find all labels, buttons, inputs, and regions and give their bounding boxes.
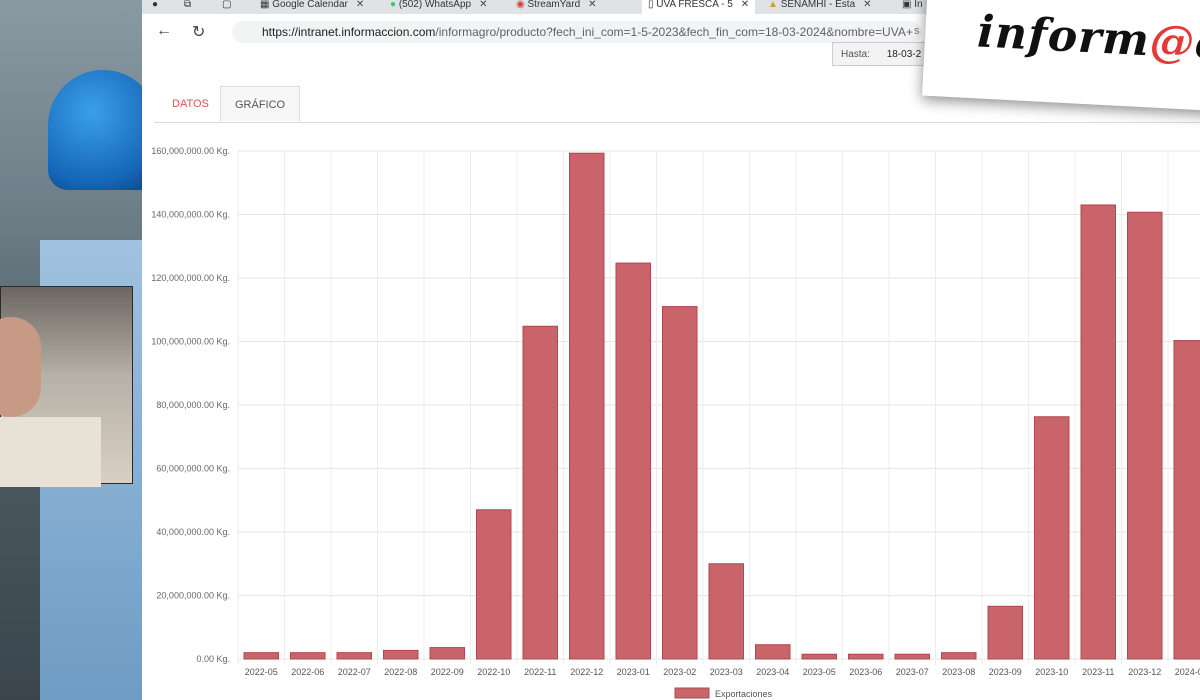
x-tick-label: 2023-12 — [1128, 667, 1161, 677]
whatsapp-icon: ● — [390, 0, 399, 10]
close-icon[interactable]: ✕ — [588, 0, 596, 10]
bar-2023-03 — [708, 563, 744, 660]
x-tick-label: 2024-01 — [1175, 667, 1200, 677]
legend-swatch — [674, 687, 710, 699]
profile-icon[interactable]: ● — [152, 0, 158, 14]
tab-icon[interactable]: ▢ — [222, 0, 231, 14]
y-tick-label: 140,000,000.00 Kg. — [151, 210, 230, 220]
x-tick-label: 2022-09 — [431, 667, 464, 677]
inset-shirt-image — [0, 417, 101, 487]
bar-2022-08 — [383, 649, 419, 660]
y-tick-label: 80,000,000.00 Kg. — [156, 400, 230, 410]
bar-2022-07 — [336, 652, 372, 660]
bar-2023-09 — [987, 605, 1023, 660]
informaccion-logo-card: inform@cc — [922, 0, 1200, 113]
tab-streamyard[interactable]: ◉ StreamYard ✕ — [516, 0, 597, 14]
y-tick-label: 60,000,000.00 Kg. — [156, 464, 230, 474]
helmet-image — [48, 70, 142, 190]
page-content: Hasta: 18-03-2 DATOS GRÁFICO 0.00 Kg. 20,… — [142, 42, 1200, 700]
bar-2024-01 — [1173, 340, 1200, 660]
back-arrow-icon[interactable]: ← — [156, 22, 172, 40]
bar-2022-11 — [522, 325, 558, 660]
close-icon[interactable]: ✕ — [356, 0, 364, 10]
close-icon[interactable]: ✕ — [741, 0, 749, 10]
bar-2022-10 — [476, 509, 512, 660]
x-tick-label: 2023-08 — [942, 667, 975, 677]
inset-face-image — [0, 317, 41, 417]
x-tick-label: 2022-10 — [477, 667, 510, 677]
y-tick-label: 120,000,000.00 Kg. — [151, 273, 230, 283]
senamhi-icon: ▲ — [768, 0, 781, 10]
bar-2023-02 — [662, 306, 698, 660]
y-tick-label: 100,000,000.00 Kg. — [151, 337, 230, 347]
x-tick-label: 2023-07 — [896, 667, 929, 677]
x-tick-label: 2022-12 — [570, 667, 603, 677]
x-tick-label: 2022-11 — [524, 667, 556, 677]
page-icon: ▣ — [902, 0, 915, 10]
bar-2023-07 — [894, 653, 930, 660]
x-tick-label: 2022-05 — [245, 667, 278, 677]
y-tick-label: 40,000,000.00 Kg. — [156, 527, 230, 537]
bar-2023-12 — [1127, 211, 1163, 660]
y-tick-label: 0.00 Kg. — [196, 654, 230, 664]
x-tick-label: 2022-07 — [338, 667, 371, 677]
bar-2022-09 — [429, 647, 465, 660]
x-tick-label: 2023-04 — [756, 667, 789, 677]
bar-2022-05 — [243, 652, 279, 660]
x-tick-label: 2023-09 — [989, 667, 1022, 677]
informaccion-logo: inform@cc — [976, 6, 1200, 72]
x-tick-label: 2023-02 — [663, 667, 696, 677]
calendar-icon: ▦ — [260, 0, 273, 10]
reload-icon[interactable]: ↻ — [192, 22, 205, 42]
legend-label: Exportaciones — [715, 689, 773, 699]
bar-2023-04 — [755, 644, 791, 660]
exports-bar-chart: 0.00 Kg. 20,000,000.00 Kg. 40,000,000.00 K… — [151, 146, 1200, 699]
x-tick-label: 2022-08 — [384, 667, 417, 677]
tab-google-calendar[interactable]: ▦ Google Calendar ✕ — [260, 0, 364, 14]
bar-2022-12 — [569, 152, 605, 660]
url-input[interactable]: https://intranet.informaccion.com/inform… — [232, 21, 922, 43]
url-overflow: s — [914, 25, 920, 37]
tab-in[interactable]: ▣ In — [902, 0, 923, 14]
bar-2023-05 — [801, 653, 837, 660]
bar-2023-11 — [1080, 204, 1116, 660]
close-icon[interactable]: ✕ — [863, 0, 871, 10]
copy-icon[interactable]: ⧉ — [184, 0, 191, 14]
tab-whatsapp[interactable]: ● (502) WhatsApp ✕ — [390, 0, 487, 14]
presenter-video — [0, 0, 142, 700]
tab-senamhi[interactable]: ▲ SENAMHI - Esta ✕ — [768, 0, 872, 14]
x-tick-label: 2023-01 — [617, 667, 650, 677]
bar-2022-06 — [290, 652, 326, 660]
y-tick-label: 20,000,000.00 Kg. — [156, 591, 230, 601]
presenter-inset-video — [0, 286, 133, 487]
close-icon[interactable]: ✕ — [479, 0, 487, 10]
tab-uva-fresca[interactable]: ▯ UVA FRESCA - 5 ✕ — [642, 0, 756, 14]
x-tick-label: 2023-06 — [849, 667, 882, 677]
x-tick-label: 2023-10 — [1035, 667, 1068, 677]
x-tick-label: 2022-06 — [291, 667, 324, 677]
x-tick-label: 2023-03 — [710, 667, 743, 677]
bar-2023-10 — [1034, 416, 1070, 660]
bar-2023-08 — [941, 652, 977, 660]
bar-2023-06 — [848, 653, 884, 660]
y-tick-label: 160,000,000.00 Kg. — [151, 146, 230, 156]
x-tick-label: 2023-11 — [1082, 667, 1114, 677]
streamyard-icon: ◉ — [516, 0, 528, 10]
x-tick-label: 2023-05 — [803, 667, 836, 677]
bar-2023-01 — [615, 262, 651, 660]
